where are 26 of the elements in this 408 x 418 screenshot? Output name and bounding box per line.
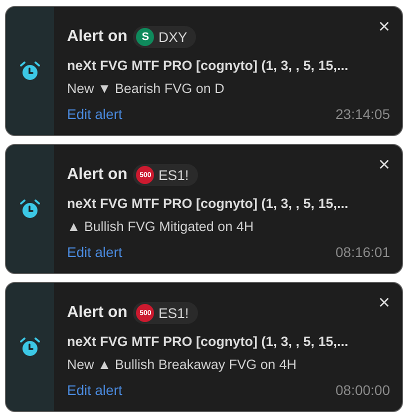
ticker-symbol: DXY <box>158 29 188 45</box>
indicator-name: neXt FVG MTF PRO [cognyto] (1, 3, , 5, 15,... <box>67 58 350 73</box>
ticker-symbol: ES1! <box>158 305 189 321</box>
alert-title: Alert on <box>67 28 128 46</box>
alarm-clock-icon <box>19 336 41 358</box>
alert-time: 23:14:05 <box>336 106 390 122</box>
indicator-name: neXt FVG MTF PRO [cognyto] (1, 3, , 5, 15,... <box>67 196 350 211</box>
alert-title: Alert on <box>67 166 128 184</box>
close-button[interactable]: × <box>378 293 390 313</box>
edit-alert-link[interactable]: Edit alert <box>67 244 122 260</box>
alert-time: 08:00:00 <box>336 382 390 398</box>
ticker-symbol: ES1! <box>158 167 189 183</box>
edit-alert-link[interactable]: Edit alert <box>67 382 122 398</box>
alert-time: 08:16:01 <box>336 244 390 260</box>
alert-message: New ▲ Bullish Breakaway FVG on 4H <box>67 357 298 372</box>
symbol-logo: S <box>136 28 154 46</box>
indicator-name: neXt FVG MTF PRO [cognyto] (1, 3, , 5, 15,... <box>67 334 350 349</box>
close-button[interactable]: × <box>378 155 390 175</box>
symbol-chip[interactable]: S DXY <box>133 26 196 48</box>
alarm-clock-icon <box>19 198 41 220</box>
edit-alert-link[interactable]: Edit alert <box>67 106 122 122</box>
alert-title: Alert on <box>67 304 128 322</box>
alert-message: New ▼ Bearish FVG on D <box>67 81 226 96</box>
close-button[interactable]: × <box>378 17 390 37</box>
alarm-clock-icon <box>19 60 41 82</box>
alert-message: ▲ Bullish FVG Mitigated on 4H <box>67 219 255 234</box>
